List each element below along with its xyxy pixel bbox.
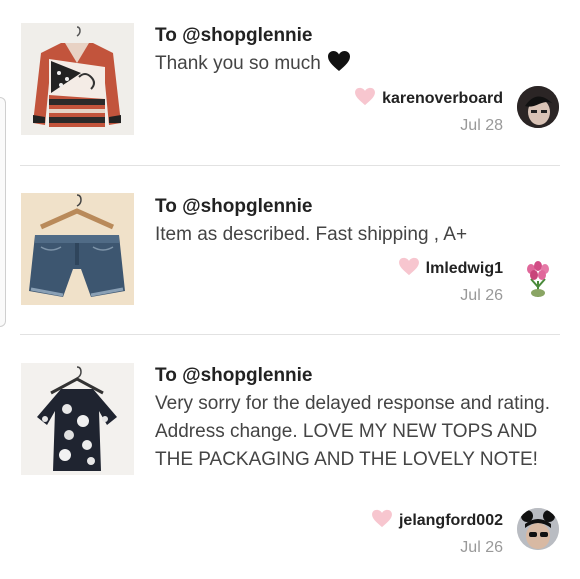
review-comment-text: Thank you so much (155, 53, 321, 74)
reviewer-info: jelangford002 Jul 26 (371, 509, 503, 557)
avatar[interactable] (517, 508, 559, 550)
reviewer-username[interactable]: karenoverboard (382, 90, 503, 108)
heart-icon[interactable] (354, 87, 376, 111)
avatar[interactable] (517, 257, 559, 299)
recipient-label: To @shopglennie (155, 25, 313, 46)
recipient-label: To @shopglennie (155, 365, 313, 386)
reviewer-info: lmledwig1 Jul 26 (398, 257, 503, 305)
item-photo-denim-shorts[interactable] (21, 193, 134, 305)
item-photo-floral-top[interactable] (21, 363, 134, 475)
review-date: Jul 26 (460, 287, 503, 304)
recipient-label: To @shopglennie (155, 196, 313, 217)
reviewer-username[interactable]: lmledwig1 (426, 260, 503, 278)
review-comment: Item as described. Fast shipping , A+ (155, 224, 468, 245)
heart-icon[interactable] (371, 509, 393, 533)
review-comment: Very sorry for the delayed response and … (155, 393, 551, 470)
reviewer-username[interactable]: jelangford002 (399, 512, 503, 530)
review-date: Jul 28 (460, 117, 503, 134)
review-date: Jul 26 (460, 539, 503, 556)
review-item: To @shopglennie Very sorry for the delay… (0, 335, 580, 579)
reviews-page: To @shopglennie Thank you so much kareno… (0, 0, 580, 579)
review-item: To @shopglennie Item as described. Fast … (0, 166, 580, 334)
heart-icon[interactable] (398, 257, 420, 281)
review-comment: Thank you so much (155, 50, 550, 81)
avatar[interactable] (517, 86, 559, 128)
item-photo-sweater[interactable] (21, 23, 134, 135)
review-item: To @shopglennie Thank you so much kareno… (0, 0, 580, 165)
black-heart-icon (327, 50, 351, 81)
reviewer-info: karenoverboard Jul 28 (354, 87, 503, 135)
